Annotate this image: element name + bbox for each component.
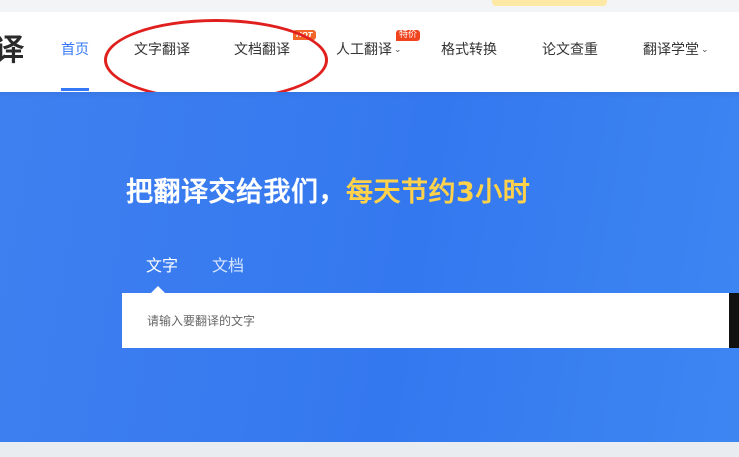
special-price-badge: 特价 (396, 30, 421, 41)
hero-top-shadow (0, 92, 739, 98)
nav-translation-school[interactable]: 翻译学堂 ⌄ (643, 41, 709, 59)
chevron-down-icon: ⌄ (394, 45, 402, 55)
hero-section: 把翻译交给我们，每天节约3小时 文字 文档 (0, 92, 739, 442)
active-nav-indicator (61, 88, 89, 91)
logo-text[interactable]: 译 (0, 34, 24, 68)
nav-document-translation[interactable]: 文档翻译 (234, 41, 290, 59)
top-strip (0, 0, 739, 12)
nav-human-translation[interactable]: 人工翻译 ⌄ (336, 41, 402, 59)
nav-plagiarism-check[interactable]: 论文查重 (542, 41, 598, 59)
translate-input-box[interactable] (122, 293, 739, 348)
top-nav: 译 首页 文字翻译 文档翻译 HOT 人工翻译 ⌄ 特价 格式转换 论文查重 翻译… (0, 12, 739, 101)
tab-document[interactable]: 文档 (212, 256, 244, 276)
nav-text-translation[interactable]: 文字翻译 (134, 41, 190, 59)
headline-highlight: 每天节约3小时 (346, 177, 531, 208)
tab-text[interactable]: 文字 (146, 256, 178, 276)
bottom-strip (0, 442, 739, 457)
nav-home[interactable]: 首页 (61, 41, 89, 59)
hot-badge: HOT (293, 30, 316, 40)
headline-main: 把翻译交给我们， (126, 177, 346, 208)
translate-input[interactable] (122, 293, 729, 348)
tab-selected-caret (151, 286, 165, 293)
promo-banner-edge[interactable] (492, 0, 607, 6)
chevron-down-icon: ⌄ (701, 45, 709, 55)
hero-headline: 把翻译交给我们，每天节约3小时 (126, 176, 530, 210)
nav-format-conversion[interactable]: 格式转换 (441, 41, 497, 59)
